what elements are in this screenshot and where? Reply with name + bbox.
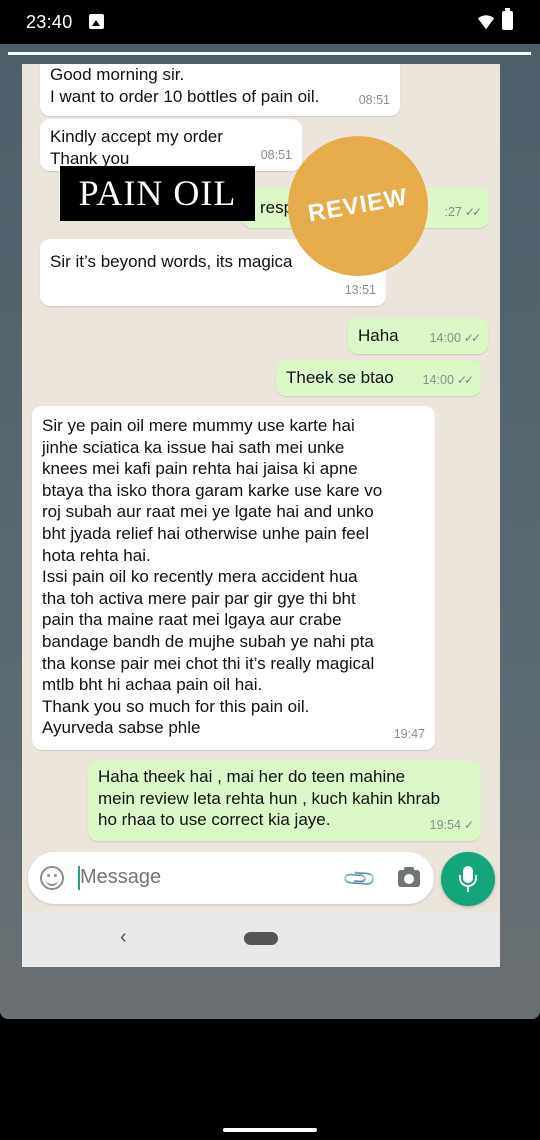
message-bubble[interactable]: Haha theek hai , mai her do teen mahine … [88,761,481,841]
message-time: 13:51 [344,283,376,298]
read-ticks-icon: ✓✓ [456,373,474,388]
status-time: 23:40 [26,12,73,32]
message-time: 08:51 [260,148,292,163]
mic-icon [459,866,477,887]
message-bubble[interactable]: Haha 14:00 ✓✓ [348,318,488,354]
message-time: 14:00 ✓✓ [422,373,474,388]
camera-icon[interactable] [398,867,420,887]
delivered-tick-icon: ✓ [463,818,474,833]
back-icon[interactable]: ‹ [120,926,127,949]
message-time: 14:00 ✓✓ [429,331,481,346]
emoji-icon[interactable] [40,866,64,890]
read-ticks-icon: ✓✓ [464,205,482,220]
message-text: Sir ye pain oil mere mummy use karte hai… [42,416,383,738]
paperclip-icon[interactable]: 📎 [341,860,379,898]
message-input[interactable] [80,866,280,889]
message-bubble[interactable]: Kindly accept my order Thank you 08:51 [40,119,302,171]
message-text: Haha theek hai , mai her do teen mahine … [98,767,441,830]
mic-stand [467,886,469,892]
message-time: 19:47 [393,727,425,742]
image-notification-icon [89,14,104,29]
navigation-bar: ‹ [22,912,500,967]
home-pill[interactable] [244,932,278,945]
gesture-bar[interactable] [223,1128,317,1132]
voice-record-button[interactable] [441,852,495,906]
message-time: 08:51 [358,93,390,108]
message-time: 19:54 ✓ [429,818,474,833]
battery-icon [502,8,513,30]
review-badge: REVIEW [288,136,428,276]
message-time: :27 ✓✓ [444,205,483,220]
message-bubble[interactable]: Sir ye pain oil mere mummy use karte hai… [32,406,435,750]
frame-divider [8,52,531,55]
status-bar: 23:40 [0,0,540,44]
message-composer[interactable]: 📎 [28,852,434,904]
message-bubble[interactable]: Theek se btao 14:00 ✓✓ [276,360,481,396]
read-ticks-icon: ✓✓ [463,331,481,346]
pain-oil-title-overlay: PAIN OIL [60,166,255,221]
message-bubble[interactable]: Good morning sir. I want to order 10 bot… [40,64,400,116]
review-badge-text: REVIEW [305,183,410,228]
wifi-icon [477,15,495,30]
message-text: Good morning sir. I want to order 10 bot… [50,65,320,106]
message-text: Kindly accept my order Thank you [50,127,223,168]
